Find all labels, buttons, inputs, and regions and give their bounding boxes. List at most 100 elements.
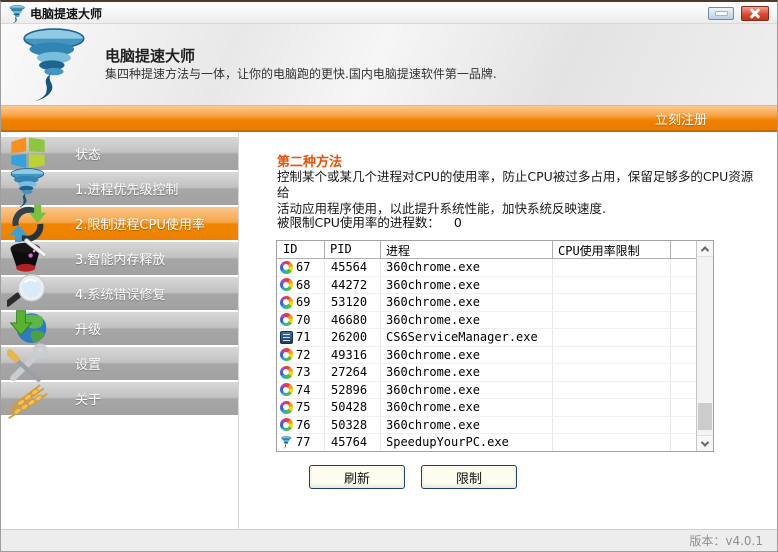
sidebar-item-label: 设置: [75, 358, 102, 373]
window-title: 电脑提速大师: [30, 7, 103, 21]
header: 电脑提速大师 集四种提速方法与一体，让你的电脑跑的更快.国内电脑提速软件第一品牌…: [1, 24, 777, 105]
cell-filler: [671, 329, 696, 346]
close-button[interactable]: [741, 6, 769, 21]
cell-cpu-limit: [553, 399, 671, 416]
cell-id: 67: [277, 259, 325, 276]
cell-process: CS6ServiceManager.exe: [381, 329, 553, 346]
action-buttons: 刷新 限制: [309, 465, 517, 489]
table-row[interactable]: 68 44272 360chrome.exe: [277, 276, 696, 294]
register-now-link[interactable]: 立刻注册: [655, 109, 777, 128]
cell-process: 360chrome.exe: [381, 399, 553, 416]
sidebar-item-label: 4.系统错误修复: [75, 288, 166, 303]
table-row[interactable]: 77 45764 SpeedupYourPC.exe: [277, 434, 696, 451]
sidebar-item-7[interactable]: 设置: [1, 343, 238, 382]
sidebar-menu: 状态 1.进程优先级控制 2.限制进程CPU使用率 3.智能内存释放 4.系统错…: [1, 132, 239, 529]
sidebar-item-8[interactable]: 关于: [1, 382, 238, 419]
sidebar-item-6[interactable]: 升级: [1, 310, 238, 345]
section-description: 控制某个或某几个进程对CPU的使用率，防止CPU被过多占用，保留足够多的CPU资…: [277, 169, 763, 217]
refresh-button[interactable]: 刷新: [309, 465, 405, 489]
limit-button[interactable]: 限制: [421, 465, 517, 489]
sidebar-item-2[interactable]: 1.进程优先级控制: [1, 168, 238, 209]
sidebar-item-label: 升级: [75, 323, 102, 338]
cell-filler: [671, 364, 696, 381]
cell-filler: [671, 259, 696, 276]
cell-process: SpeedupYourPC.exe: [381, 434, 553, 451]
cell-pid: 45764: [325, 434, 381, 451]
cell-pid: 50328: [325, 416, 381, 433]
section-title: 第二种方法: [277, 155, 343, 170]
cell-id: 77: [277, 434, 325, 451]
minimize-button[interactable]: [708, 7, 734, 20]
cell-process: 360chrome.exe: [381, 416, 553, 433]
sidebar-item-4[interactable]: 3.智能内存释放: [1, 238, 238, 275]
table-row[interactable]: 71 26200 CS6ServiceManager.exe: [277, 329, 696, 347]
cell-cpu-limit: [553, 364, 671, 381]
scroll-thumb[interactable]: [698, 403, 712, 430]
cell-pid: 26200: [325, 329, 381, 346]
cell-id: 72: [277, 346, 325, 363]
table-row[interactable]: 76 50328 360chrome.exe: [277, 416, 696, 434]
cell-id: 74: [277, 381, 325, 398]
column-header-process[interactable]: 进程: [381, 241, 553, 258]
sidebar-item-label: 状态: [75, 148, 102, 163]
chrome-wheel-icon: [279, 278, 293, 292]
cell-process: 360chrome.exe: [381, 311, 553, 328]
cell-pid: 50428: [325, 399, 381, 416]
cell-id: 70: [277, 311, 325, 328]
cell-filler: [671, 399, 696, 416]
cell-pid: 27264: [325, 364, 381, 381]
chrome-wheel-icon: [279, 400, 293, 414]
content-panel: 第二种方法 控制某个或某几个进程对CPU的使用率，防止CPU被过多占用，保留足够…: [240, 132, 777, 529]
version-label: 版本：v4.0.1: [689, 534, 763, 548]
scroll-up-arrow[interactable]: [697, 241, 713, 257]
cell-pid: 53120: [325, 294, 381, 311]
table-row[interactable]: 67 45564 360chrome.exe: [277, 259, 696, 277]
title-bar: 电脑提速大师: [1, 4, 777, 24]
table-row[interactable]: 73 27264 360chrome.exe: [277, 364, 696, 382]
column-header-id[interactable]: ID: [277, 241, 325, 258]
cell-cpu-limit: [553, 381, 671, 398]
table-row[interactable]: 75 50428 360chrome.exe: [277, 399, 696, 417]
chrome-wheel-icon: [279, 295, 293, 309]
cell-id: 68: [277, 276, 325, 293]
status-bar: 版本：v4.0.1: [1, 529, 777, 551]
cell-filler: [671, 382, 696, 399]
limited-count-row: 被限制CPU使用率的进程数： 0: [277, 212, 462, 231]
limited-count-value: 0: [453, 215, 462, 230]
cell-pid: 45564: [325, 259, 381, 276]
cell-id: 69: [277, 294, 325, 311]
main-area: 状态 1.进程优先级控制 2.限制进程CPU使用率 3.智能内存释放 4.系统错…: [1, 132, 777, 529]
table-body: 67 45564 360chrome.exe 68 44272 360chrom…: [277, 259, 696, 451]
limited-count-label: 被限制CPU使用率的进程数：: [277, 215, 440, 230]
table-row[interactable]: 74 52896 360chrome.exe: [277, 381, 696, 399]
cell-filler: [671, 294, 696, 311]
sidebar-item-3[interactable]: 2.限制进程CPU使用率: [1, 204, 238, 244]
cell-id: 73: [277, 364, 325, 381]
sidebar-item-label: 1.进程优先级控制: [75, 183, 179, 198]
cell-cpu-limit: [553, 329, 671, 346]
column-header-pid[interactable]: PID: [325, 241, 381, 258]
table-row[interactable]: 69 53120 360chrome.exe: [277, 294, 696, 312]
cell-filler: [671, 277, 696, 294]
document-stack-icon: [279, 330, 293, 344]
sidebar-item-label: 3.智能内存释放: [75, 253, 166, 268]
table-header: ID PID 进程 CPU使用率限制: [277, 241, 696, 259]
scroll-down-arrow[interactable]: [697, 435, 713, 451]
sidebar-item-label: 关于: [75, 393, 102, 408]
cell-pid: 46680: [325, 311, 381, 328]
cell-filler: [671, 434, 696, 451]
register-bar: 立刻注册: [1, 105, 777, 132]
table-scrollbar[interactable]: [696, 241, 713, 451]
description-line1: 控制某个或某几个进程对CPU的使用率，防止CPU被过多占用，保留足够多的CPU资…: [277, 169, 754, 200]
table-row[interactable]: 72 49316 360chrome.exe: [277, 346, 696, 364]
column-header-cpu-limit[interactable]: CPU使用率限制: [553, 241, 671, 258]
cell-process: 360chrome.exe: [381, 294, 553, 311]
cell-pid: 49316: [325, 346, 381, 363]
table-row[interactable]: 70 46680 360chrome.exe: [277, 311, 696, 329]
chrome-wheel-icon: [279, 383, 293, 397]
process-table: ID PID 进程 CPU使用率限制 67 45564 360chrome.ex…: [276, 240, 714, 452]
sidebar-item-5[interactable]: 4.系统错误修复: [1, 274, 238, 310]
sidebar-item-1[interactable]: 状态: [1, 137, 238, 175]
cell-pid: 44272: [325, 276, 381, 293]
app-tornado-icon: [9, 5, 26, 24]
